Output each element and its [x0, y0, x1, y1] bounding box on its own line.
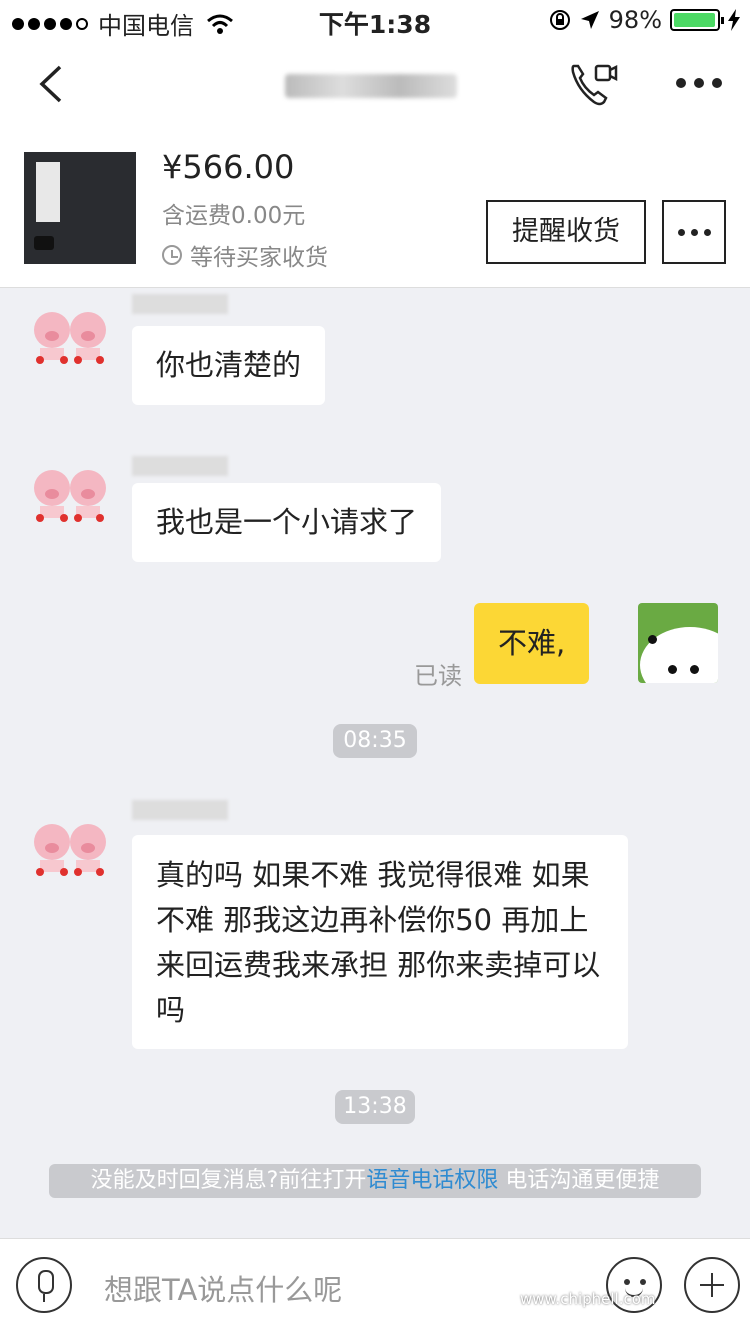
my-avatar[interactable] [638, 603, 718, 683]
sender-name-blurred [132, 456, 228, 476]
status-bar: 中国电信 下午1:38 98% [0, 0, 750, 40]
order-price: ¥566.00 [162, 148, 295, 186]
voice-permission-notice: 没能及时回复消息?前往打开语音电话权限 电话沟通更便捷 [49, 1164, 701, 1198]
nav-bar [0, 40, 750, 130]
order-status: 等待买家收货 [162, 238, 328, 272]
product-thumbnail[interactable] [24, 152, 136, 264]
seller-avatar[interactable] [30, 812, 112, 876]
location-icon [580, 11, 599, 29]
timestamp: 08:35 [333, 724, 417, 758]
voice-permission-link[interactable]: 语音电话权限 [366, 1168, 498, 1193]
watermark: www.chiphell.com [520, 1290, 656, 1308]
seller-avatar[interactable] [30, 458, 112, 522]
order-more-button[interactable] [662, 200, 726, 264]
shipping-fee: 含运费0.00元 [162, 203, 306, 229]
notice-text-suffix: 电话沟通更便捷 [498, 1168, 660, 1193]
notice-text: 没能及时回复消息?前往打开 [90, 1168, 367, 1193]
charging-icon [728, 9, 740, 31]
message-bubble[interactable]: 你也清楚的 [132, 326, 326, 405]
remind-receipt-button[interactable]: 提醒收货 [486, 200, 646, 264]
seller-avatar[interactable] [30, 300, 112, 364]
clock-icon [162, 245, 182, 265]
sender-name-blurred [132, 294, 228, 314]
status-right: 98% [549, 6, 740, 34]
message-bubble[interactable]: 真的吗 如果不难 我觉得很难 如果不难 那我这边再补偿你50 再加上来回运费我来… [132, 835, 628, 1049]
order-card: ¥566.00 含运费0.00元 等待买家收货 提醒收货 [0, 130, 750, 288]
more-icon[interactable] [676, 78, 722, 90]
message-bubble[interactable]: 我也是一个小请求了 [132, 483, 442, 562]
video-call-icon[interactable] [568, 60, 620, 108]
contact-name-blurred [285, 74, 457, 98]
microphone-icon[interactable] [16, 1257, 72, 1313]
battery-icon [670, 9, 724, 31]
sender-name-blurred [132, 800, 228, 820]
input-bar: 想跟TA说点什么呢 [0, 1238, 750, 1334]
read-receipt: 已读 [414, 662, 462, 690]
back-icon[interactable] [36, 64, 66, 104]
battery-percent: 98% [608, 6, 662, 34]
rotation-lock-icon [549, 10, 570, 30]
add-icon[interactable] [684, 1257, 740, 1313]
order-status-label: 等待买家收货 [190, 245, 328, 271]
message-input[interactable]: 想跟TA说点什么呢 [104, 1267, 342, 1309]
my-message-bubble[interactable]: 不难, [474, 603, 590, 684]
timestamp: 13:38 [335, 1090, 415, 1124]
